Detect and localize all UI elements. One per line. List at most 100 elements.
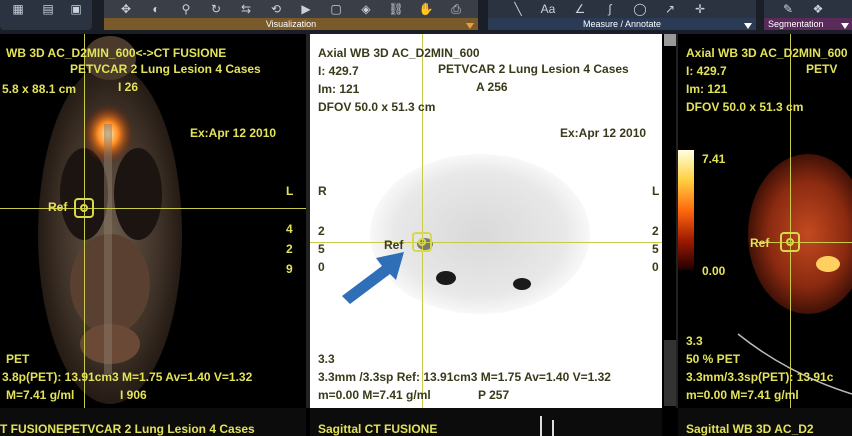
center-scroll-up[interactable] xyxy=(664,34,676,46)
text-annotate-icon[interactable]: Aa xyxy=(536,2,560,16)
right-im-value: Im: 121 xyxy=(686,82,728,96)
center-value-line: m=0.00 M=7.41 g/ml xyxy=(318,388,431,402)
arrow-annotate-icon[interactable]: ↗ xyxy=(662,2,678,16)
center-num-left-2: 5 xyxy=(318,242,325,256)
line-measure-icon[interactable]: ╲ xyxy=(510,2,526,16)
bottom-left-text: T FUSIONEPETVCAR 2 Lung Lesion 4 Cases xyxy=(0,422,255,436)
toolbar-group-left: ▦ ▤ ▣ xyxy=(0,0,92,30)
center-date: Ex:Apr 12 2010 xyxy=(560,126,647,140)
center-title: Axial WB 3D AC_D2MIN_600 xyxy=(318,46,480,60)
right-ref-label: Ref xyxy=(750,236,770,250)
measure-label: Measure / Annotate xyxy=(488,18,756,30)
brush-icon[interactable]: ✎ xyxy=(780,2,796,16)
center-subtitle: PETVCAR 2 Lung Lesion 4 Cases xyxy=(438,62,629,76)
center-viewport-axial-pet[interactable]: Axial WB 3D AC_D2MIN_600 I: 429.7 PETVCA… xyxy=(310,34,662,408)
center-num-left-3: 0 xyxy=(318,260,325,274)
left-orient-right: L xyxy=(286,184,294,198)
right-crosshair-vertical xyxy=(790,34,791,408)
bottom-right-viewport-strip[interactable]: Sagittal WB 3D AC_D2 xyxy=(678,408,852,436)
center-ref-label: Ref xyxy=(384,238,404,252)
hand-icon[interactable]: ✋ xyxy=(418,2,434,16)
left-fov: 5.8 x 88.1 cm xyxy=(2,82,77,96)
bottom-center-text: Sagittal CT FUSIONE xyxy=(318,422,438,436)
left-orient-top: I 26 xyxy=(118,80,139,94)
right-stats: 3.3mm/3.3sp(PET): 13.91c xyxy=(686,370,834,384)
window-icon[interactable]: ▣ xyxy=(68,2,84,16)
right-viewport-axial-fusion[interactable]: Axial WB 3D AC_D2MIN_600 I: 429.7 PETV I… xyxy=(678,34,852,408)
right-dfov: DFOV 50.0 x 51.3 cm xyxy=(686,100,804,114)
slice-tick-1 xyxy=(540,416,542,436)
right-subtitle: PETV xyxy=(806,62,838,76)
left-stats: 3.8p(PET): 13.91cm3 M=1.75 Av=1.40 V=1.3… xyxy=(2,370,253,384)
measure-group: ╲ Aa ∠ ∫ ◯ ↗ ✛ Measure / Annotate xyxy=(488,0,756,30)
visualization-label: Visualization xyxy=(104,18,478,30)
left-date: Ex:Apr 12 2010 xyxy=(190,126,277,140)
cube-icon[interactable]: ▢ xyxy=(328,2,344,16)
right-i-value: I: 429.7 xyxy=(686,64,727,78)
angle-icon[interactable]: ∠ xyxy=(572,2,588,16)
center-num-right-2: 5 xyxy=(652,242,659,256)
pan-icon[interactable]: ✥ xyxy=(118,2,134,16)
center-num-right-3: 0 xyxy=(652,260,659,274)
grid-icon[interactable]: ▦ xyxy=(10,2,26,16)
link-icon[interactable]: ⛓ xyxy=(388,2,404,16)
center-crosshair-horizontal xyxy=(310,242,662,243)
center-orient-top: A 256 xyxy=(476,80,508,94)
center-im-value: Im: 121 xyxy=(318,82,360,96)
slice-tick-2 xyxy=(552,420,554,436)
rotate-icon[interactable]: ↻ xyxy=(208,2,224,16)
left-viewport-coronal-fusion[interactable]: WB 3D AC_D2MIN_600<->CT FUSIONE PETVCAR … xyxy=(0,34,306,408)
right-thickness: 3.3 xyxy=(686,334,703,348)
left-ref-label: Ref xyxy=(48,200,68,214)
right-scale-min: 0.00 xyxy=(702,264,726,278)
center-num-right-1: 2 xyxy=(652,224,659,238)
bottom-left-viewport-strip[interactable]: T FUSIONEPETVCAR 2 Lung Lesion 4 Cases xyxy=(0,408,306,436)
left-pet-label: PET xyxy=(6,352,30,366)
reset-icon[interactable]: ⟲ xyxy=(268,2,284,16)
segmentation-dropdown-icon[interactable] xyxy=(841,23,849,29)
left-subtitle: PETVCAR 2 Lung Lesion 4 Cases xyxy=(70,62,261,76)
left-orient-bottom: I 906 xyxy=(120,388,147,402)
center-orient-left: R xyxy=(318,184,327,198)
left-num1: 4 xyxy=(286,222,293,236)
center-scrollbar[interactable] xyxy=(664,340,676,406)
bottom-right-text: Sagittal WB 3D AC_D2 xyxy=(686,422,814,436)
right-pet-percent: 50 % PET xyxy=(686,352,741,366)
left-value-line: M=7.41 g/ml xyxy=(6,388,75,402)
left-crosshair-horizontal xyxy=(0,208,306,209)
center-orient-right: L xyxy=(652,184,660,198)
volume-icon[interactable]: ◈ xyxy=(358,2,374,16)
divider-left[interactable] xyxy=(306,34,310,408)
segmentation-label: Segmentation xyxy=(764,18,852,30)
right-title: Axial WB 3D AC_D2MIN_600 xyxy=(686,46,848,60)
measure-dropdown-icon[interactable] xyxy=(744,23,752,29)
divider-right[interactable] xyxy=(676,34,678,408)
center-crosshair-vertical xyxy=(422,34,423,408)
grow-icon[interactable]: ❖ xyxy=(810,2,826,16)
center-i-value: I: 429.7 xyxy=(318,64,359,78)
right-value-line: m=0.00 M=7.41 g/ml xyxy=(686,388,799,402)
curve-icon[interactable]: ∫ xyxy=(602,2,618,16)
flip-icon[interactable]: ⇆ xyxy=(238,2,254,16)
visualization-group: ✥ ◐ ⚲ ↻ ⇆ ⟲ ▶ ▢ ◈ ⛓ ✋ ⎙ Visualization xyxy=(104,0,478,30)
center-ref-marker[interactable] xyxy=(412,232,432,252)
visualization-dropdown-icon[interactable] xyxy=(466,23,474,29)
cine-icon[interactable]: ▶ xyxy=(298,2,314,16)
zoom-icon[interactable]: ⚲ xyxy=(178,2,194,16)
bottom-center-viewport-strip[interactable]: Sagittal CT FUSIONE xyxy=(310,408,662,436)
center-thickness: 3.3 xyxy=(318,352,335,366)
center-dfov: DFOV 50.0 x 51.3 cm xyxy=(318,100,436,114)
ellipse-roi-icon[interactable]: ◯ xyxy=(632,2,648,16)
layout-icon[interactable]: ▤ xyxy=(40,2,56,16)
left-ref-marker[interactable] xyxy=(74,198,94,218)
window-level-icon[interactable]: ◐ xyxy=(148,2,164,16)
right-ref-marker[interactable] xyxy=(780,232,800,252)
center-num-left-1: 2 xyxy=(318,224,325,238)
left-title: WB 3D AC_D2MIN_600<->CT FUSIONE xyxy=(6,46,227,60)
center-orient-bottom: P 257 xyxy=(478,388,510,402)
segmentation-group: ✎ ❖ Segmentation xyxy=(764,0,852,30)
point-icon[interactable]: ✛ xyxy=(692,2,708,16)
center-stats: 3.3mm /3.3sp Ref: 13.91cm3 M=1.75 Av=1.4… xyxy=(318,370,611,384)
annotation-arrow xyxy=(342,252,404,304)
print-icon[interactable]: ⎙ xyxy=(448,2,464,16)
